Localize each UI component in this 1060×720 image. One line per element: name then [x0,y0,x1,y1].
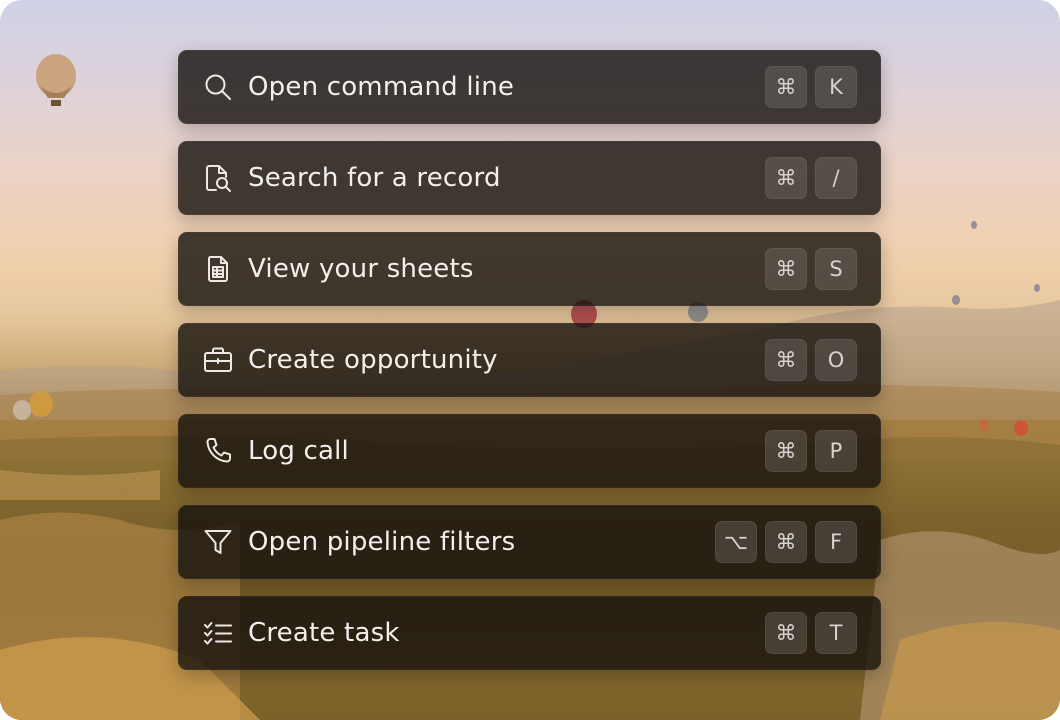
shortcut-key: ⌘ [765,612,807,654]
shortcut-key: ⌘ [765,66,807,108]
app-window: Open command line ⌘ K Search for a recor… [0,0,1060,720]
command-view-sheets[interactable]: View your sheets ⌘ S [178,232,881,306]
spreadsheet-icon [201,252,235,286]
shortcut-key: ⌘ [765,430,807,472]
command-search-record[interactable]: Search for a record ⌘ / [178,141,881,215]
command-label: Create opportunity [248,345,498,375]
shortcut-key: ⌘ [765,248,807,290]
command-open-pipeline-filters[interactable]: Open pipeline filters ⌥ ⌘ F [178,505,881,579]
command-label: Open pipeline filters [248,527,516,557]
command-label: Create task [248,618,400,648]
phone-icon [201,434,235,468]
shortcut-keys: ⌘ T [765,612,857,654]
balloon-decoration [36,54,76,106]
briefcase-icon [201,343,235,377]
shortcut-keys: ⌘ K [765,66,857,108]
command-label: View your sheets [248,254,474,284]
shortcut-keys: ⌘ O [765,339,857,381]
shortcut-key: ⌘ [765,521,807,563]
filter-icon [201,525,235,559]
shortcut-keys: ⌥ ⌘ F [715,521,857,563]
command-label: Log call [248,436,349,466]
shortcut-key: K [815,66,857,108]
shortcut-key: F [815,521,857,563]
shortcut-key: S [815,248,857,290]
command-open-command-line[interactable]: Open command line ⌘ K [178,50,881,124]
checklist-icon [201,616,235,650]
shortcut-key: P [815,430,857,472]
command-list: Open command line ⌘ K Search for a recor… [178,50,881,687]
shortcut-key: O [815,339,857,381]
shortcut-key: ⌘ [765,157,807,199]
shortcut-keys: ⌘ S [765,248,857,290]
command-label: Search for a record [248,163,501,193]
shortcut-key: ⌥ [715,521,757,563]
shortcut-keys: ⌘ P [765,430,857,472]
command-create-task[interactable]: Create task ⌘ T [178,596,881,670]
shortcut-key: / [815,157,857,199]
command-label: Open command line [248,72,515,102]
shortcut-key: ⌘ [765,339,807,381]
shortcut-keys: ⌘ / [765,157,857,199]
command-create-opportunity[interactable]: Create opportunity ⌘ O [178,323,881,397]
search-icon [201,70,235,104]
command-log-call[interactable]: Log call ⌘ P [178,414,881,488]
shortcut-key: T [815,612,857,654]
document-search-icon [201,161,235,195]
